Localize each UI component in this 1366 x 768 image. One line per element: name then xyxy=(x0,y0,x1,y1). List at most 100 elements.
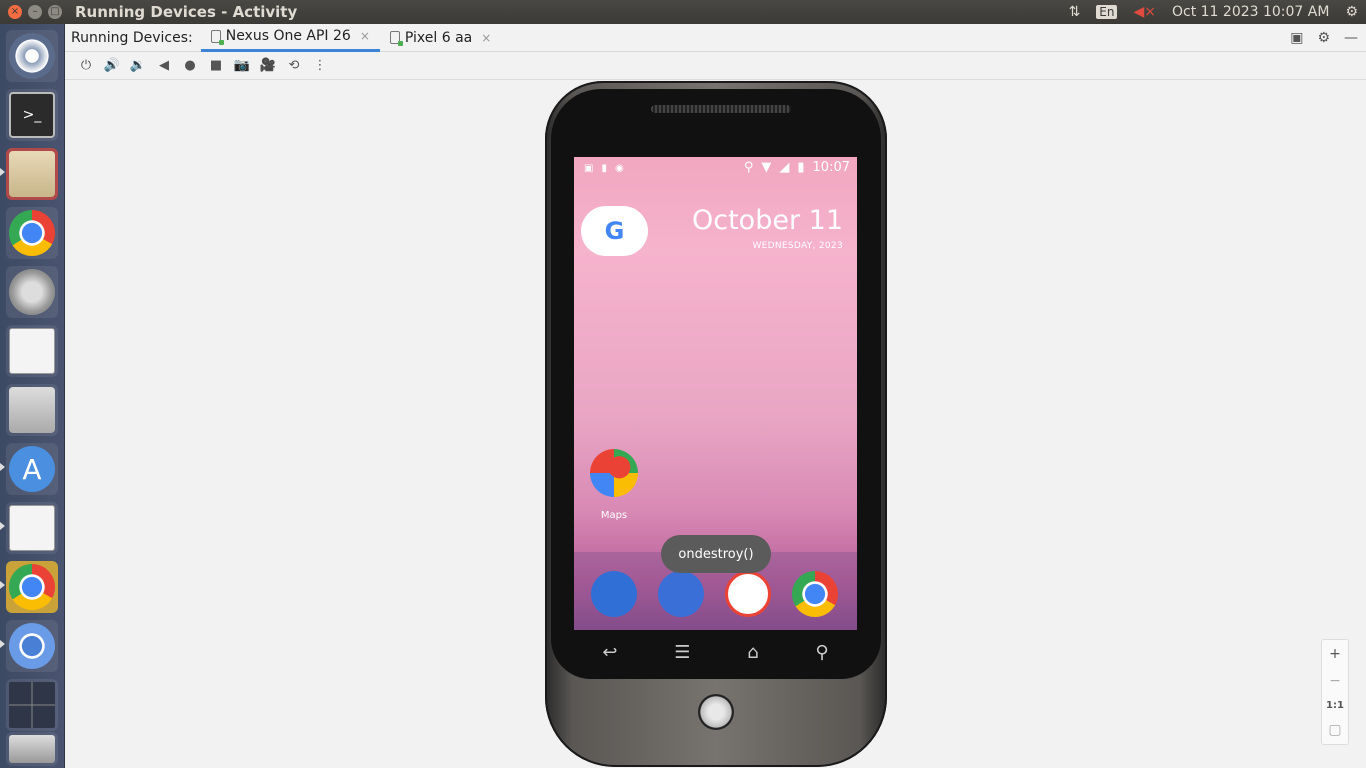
running-devices-header: Running Devices: Nexus One API 26 × Pixe… xyxy=(65,24,1366,52)
launcher-screenshot[interactable] xyxy=(6,384,58,436)
messages-app-icon[interactable] xyxy=(658,571,704,617)
running-indicator xyxy=(0,168,5,176)
window-title: Running Devices - Activity xyxy=(75,3,298,21)
launcher-trash[interactable] xyxy=(6,732,58,766)
power-icon[interactable]: ⏻ xyxy=(73,53,99,79)
minimize-panel-icon[interactable]: — xyxy=(1344,30,1358,46)
terminal-icon: >_ xyxy=(9,92,55,138)
launcher-android-studio[interactable]: A xyxy=(6,443,58,495)
zoom-controls: + − 1:1 ▢ xyxy=(1321,639,1349,745)
back-arrow-icon[interactable]: ↩ xyxy=(602,642,617,663)
close-tab-icon[interactable]: × xyxy=(360,29,370,43)
launcher-chromium[interactable] xyxy=(6,620,58,672)
launcher-files[interactable] xyxy=(6,148,58,200)
gmail-app-icon[interactable] xyxy=(725,571,771,617)
status-icons: ⚲ ▼ ◢ ▮ 10:07 xyxy=(744,160,850,175)
text-editor-icon xyxy=(9,328,55,374)
phone-app-icon[interactable] xyxy=(591,571,637,617)
panel-actions: ▣ ⚙ — xyxy=(1290,24,1358,52)
zoom-out-button[interactable]: − xyxy=(1329,673,1341,689)
device-frame: ▣ ▮ ◉ ⚲ ▼ ◢ ▮ 10:07 G October 11 WEDNESD… xyxy=(545,81,887,767)
layout-icon[interactable]: ▣ xyxy=(1290,30,1303,46)
tab-pixel-6[interactable]: Pixel 6 aa × xyxy=(380,24,501,52)
running-indicator xyxy=(0,463,5,471)
trash-icon xyxy=(9,735,55,763)
close-tab-icon[interactable]: × xyxy=(481,31,491,45)
launcher-terminal[interactable]: >_ xyxy=(6,89,58,141)
running-indicator xyxy=(0,581,5,589)
location-icon: ⚲ xyxy=(743,160,754,175)
android-studio-icon: A xyxy=(9,446,55,492)
volume-up-icon[interactable]: 🔊 xyxy=(99,53,125,79)
file-cabinet-icon xyxy=(9,151,55,197)
keyboard-language-indicator[interactable]: En xyxy=(1096,5,1118,19)
rotate-icon[interactable]: ⟲ xyxy=(281,53,307,79)
power-settings-icon[interactable]: ⚙ xyxy=(1337,4,1366,20)
sd-card-icon: ▮ xyxy=(601,162,607,174)
launcher-text-editor[interactable] xyxy=(6,325,58,377)
zoom-in-button[interactable]: + xyxy=(1329,646,1341,662)
sync-icon: ◉ xyxy=(614,162,624,174)
android-status-bar: ▣ ▮ ◉ ⚲ ▼ ◢ ▮ 10:07 xyxy=(574,157,857,179)
hardware-trackball[interactable] xyxy=(698,694,734,730)
tab-label: Nexus One API 26 xyxy=(225,28,351,44)
date-widget[interactable]: October 11 xyxy=(692,205,843,236)
chrome-app-icon[interactable] xyxy=(792,571,838,617)
device-toolbar: ⏻ 🔊 🔉 ◀ ● ■ 📷 🎥 ⟲ ⋮ xyxy=(65,52,1366,80)
launcher-chrome[interactable] xyxy=(6,207,58,259)
system-top-bar: × – □ Running Devices - Activity ⇅ En ◀×… xyxy=(0,0,1366,24)
unity-launcher: >_ A xyxy=(0,24,65,768)
clock[interactable]: Oct 11 2023 10:07 AM xyxy=(1164,4,1337,20)
back-icon[interactable]: ◀ xyxy=(151,53,177,79)
home-outline-icon[interactable]: ⌂ xyxy=(747,642,758,663)
running-indicator xyxy=(0,522,5,530)
ubuntu-logo-icon xyxy=(9,33,55,79)
screen-record-icon[interactable]: 🎥 xyxy=(255,53,281,79)
home-icon[interactable]: ● xyxy=(177,53,203,79)
signal-icon: ◢ xyxy=(779,160,790,175)
text-editor-icon xyxy=(9,505,55,551)
chrome-icon xyxy=(9,210,55,256)
tab-nexus-one[interactable]: Nexus One API 26 × xyxy=(200,24,380,52)
launcher-text-editor-2[interactable] xyxy=(6,502,58,554)
battery-icon: ▮ xyxy=(797,160,805,175)
launcher-ubuntu-dash[interactable] xyxy=(6,30,58,82)
volume-muted-icon[interactable]: ◀× xyxy=(1125,4,1164,20)
google-search-pill[interactable]: G xyxy=(581,206,648,256)
settings-wrench-icon xyxy=(9,269,55,315)
tab-label: Pixel 6 aa xyxy=(404,29,473,46)
device-icon xyxy=(389,31,403,46)
camera-icon xyxy=(9,387,55,433)
workspace-icon xyxy=(9,682,55,728)
chromium-icon xyxy=(9,623,55,669)
launcher-workspace-switcher[interactable] xyxy=(6,679,58,731)
window-minimize-button[interactable]: – xyxy=(28,5,42,19)
screenshot-icon[interactable]: 📷 xyxy=(229,53,255,79)
overview-icon[interactable]: ■ xyxy=(203,53,229,79)
more-options-icon[interactable]: ⋮ xyxy=(307,53,333,79)
toast-message: ondestroy() xyxy=(661,535,771,573)
gear-icon[interactable]: ⚙ xyxy=(1317,30,1330,46)
zoom-fit-icon[interactable]: ▢ xyxy=(1328,722,1341,738)
menu-icon[interactable]: ☰ xyxy=(674,642,690,663)
window-maximize-button[interactable]: □ xyxy=(48,5,62,19)
notification-a-icon: ▣ xyxy=(584,162,594,174)
device-nav-bar: ↩ ☰ ⌂ ⚲ xyxy=(574,630,857,674)
chrome-icon xyxy=(9,564,55,610)
running-devices-label: Running Devices: xyxy=(71,29,193,46)
system-tray: ⇅ En ◀× Oct 11 2023 10:07 AM ⚙ xyxy=(1061,0,1366,24)
status-time: 10:07 xyxy=(812,160,850,175)
search-icon[interactable]: ⚲ xyxy=(815,642,828,663)
wifi-icon: ▼ xyxy=(761,160,772,175)
volume-down-icon[interactable]: 🔉 xyxy=(125,53,151,79)
network-icon[interactable]: ⇅ xyxy=(1061,4,1089,20)
launcher-chrome-2[interactable] xyxy=(6,561,58,613)
window-close-button[interactable]: × xyxy=(8,5,22,19)
zoom-actual-size-button[interactable]: 1:1 xyxy=(1326,700,1344,711)
device-screen[interactable]: ▣ ▮ ◉ ⚲ ▼ ◢ ▮ 10:07 G October 11 WEDNESD… xyxy=(574,157,857,630)
launcher-system-settings[interactable] xyxy=(6,266,58,318)
date-subtitle: WEDNESDAY, 2023 xyxy=(752,241,843,251)
google-g-icon: G xyxy=(604,217,625,245)
running-indicator xyxy=(0,640,5,648)
map-pin-icon: ⬤ xyxy=(607,454,632,479)
